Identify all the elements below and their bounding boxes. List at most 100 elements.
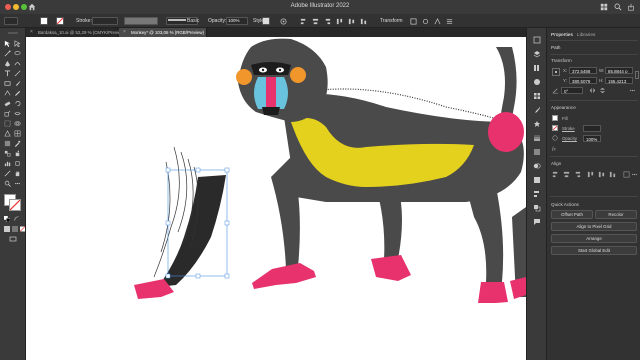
monkey-left-ear[interactable] [236, 69, 252, 85]
color-mode-icon[interactable] [4, 226, 10, 232]
direct-selection-tool-icon[interactable] [14, 40, 21, 47]
offset-path-button[interactable]: Offset Path [551, 210, 593, 219]
monkey-rump[interactable] [488, 112, 524, 152]
align-center-icon[interactable] [312, 18, 319, 25]
pathfinder-panel-icon[interactable] [533, 204, 541, 212]
monkey-illustration[interactable] [26, 37, 526, 360]
bbox-handle-top-right[interactable] [224, 167, 230, 173]
close-tab-icon[interactable]: × [123, 29, 126, 35]
monkey-middle-leg[interactable] [376, 187, 402, 259]
column-graph-tool-icon[interactable] [4, 160, 11, 167]
tab-monkey[interactable]: × Monkey* @ 103,06 % (RGB/Preview) [119, 28, 207, 37]
brushes-panel-icon[interactable] [533, 106, 541, 114]
variable-width-profile[interactable] [124, 17, 158, 25]
align-top-icon[interactable] [336, 18, 343, 25]
artboard[interactable] [26, 37, 526, 360]
eyedropper-tool-icon[interactable] [14, 140, 21, 147]
start-global-edit-button[interactable]: Start Global Edit [551, 246, 637, 255]
stroke-color-swatch[interactable] [9, 199, 21, 211]
monkey-back-foot[interactable] [478, 282, 508, 303]
tab-bardaksa[interactable]: × Bardaksa_10.ai @ 52,29 % (CMYK/Preview… [26, 28, 125, 37]
appearance-panel-icon[interactable] [533, 176, 541, 184]
flip-vertical-icon[interactable] [599, 87, 606, 94]
transparency-panel-icon[interactable] [533, 162, 541, 170]
draw-mode-icon[interactable] [9, 236, 17, 242]
constrain-proportions-icon[interactable] [635, 71, 639, 79]
arrange-button[interactable]: Arrange [551, 234, 637, 243]
eraser-tool-icon[interactable] [4, 100, 11, 107]
align-top-icon[interactable] [587, 171, 594, 178]
opacity-field[interactable]: 100% [226, 17, 248, 25]
hand-tool-icon[interactable] [14, 170, 21, 177]
bbox-handle-bottom[interactable] [195, 273, 201, 279]
bbox-handle-left[interactable] [165, 220, 171, 226]
bbox-handle-bottom-right[interactable] [224, 273, 230, 279]
bbox-handle-top-left[interactable] [165, 167, 171, 173]
width-tool-icon[interactable] [14, 110, 21, 117]
none-mode-icon[interactable] [20, 226, 25, 232]
recolor-artwork-icon[interactable] [280, 18, 287, 25]
opacity-field[interactable]: 100% [583, 135, 601, 142]
fx-icon[interactable]: fx [552, 145, 558, 151]
symbol-sprayer-tool-icon[interactable] [14, 150, 21, 157]
scale-tool-icon[interactable] [4, 110, 11, 117]
align-panel-icon[interactable] [533, 190, 541, 198]
align-middle-icon[interactable] [348, 18, 355, 25]
type-tool-icon[interactable] [4, 70, 11, 77]
close-tab-icon[interactable]: × [30, 29, 33, 35]
canvas-area[interactable] [26, 37, 526, 360]
toolbar-grip[interactable] [8, 32, 18, 34]
align-right-icon[interactable] [574, 171, 581, 178]
curvature-tool-icon[interactable] [14, 60, 21, 67]
more-options-icon[interactable] [631, 171, 638, 178]
h-field[interactable]: 155,4213 [605, 77, 633, 84]
monkey-back-leg[interactable] [466, 187, 504, 282]
bbox-handle-bottom-left[interactable] [165, 273, 171, 279]
libraries-panel-icon[interactable] [533, 64, 541, 72]
fill-swatch[interactable] [552, 115, 558, 121]
align-left-icon[interactable] [300, 18, 307, 25]
comments-panel-icon[interactable] [533, 218, 541, 226]
transform-button[interactable]: Transform [378, 17, 405, 25]
symbols-panel-icon[interactable] [533, 120, 541, 128]
tab-properties[interactable]: Properties [551, 33, 573, 38]
rotate-tool-icon[interactable] [14, 100, 21, 107]
color-panel-icon[interactable] [533, 78, 541, 86]
search-icon[interactable] [614, 3, 622, 11]
shaper-tool-icon[interactable] [4, 90, 11, 97]
shape-builder-tool-icon[interactable] [14, 120, 21, 127]
align-center-icon[interactable] [563, 171, 570, 178]
monkey-front-hand[interactable] [252, 263, 316, 289]
artboard-tool-icon[interactable] [14, 160, 21, 167]
flip-horizontal-icon[interactable] [589, 87, 596, 94]
bbox-handle-right[interactable] [224, 220, 230, 226]
w-field[interactable]: 85,8844 p [605, 67, 633, 74]
more-options-icon[interactable] [629, 87, 636, 94]
x-field[interactable]: 372,5488 [569, 67, 597, 74]
reference-point-icon[interactable] [552, 68, 560, 76]
y-field[interactable]: 380,5079 [569, 77, 597, 84]
perspective-grid-tool-icon[interactable] [4, 130, 11, 137]
stroke-swatch[interactable] [56, 17, 64, 25]
monkey-far-foot[interactable] [510, 277, 526, 299]
default-colors-icon[interactable] [4, 216, 10, 222]
align-right-icon[interactable] [324, 18, 331, 25]
panel-menu-icon[interactable] [446, 18, 453, 25]
properties-panel-icon[interactable] [533, 36, 541, 44]
align-bottom-icon[interactable] [360, 18, 367, 25]
puppet-warp-icon[interactable] [434, 18, 441, 25]
mesh-tool-icon[interactable] [14, 130, 21, 137]
zoom-tool-icon[interactable] [4, 180, 11, 187]
stroke-weight-field[interactable] [92, 17, 118, 25]
angle-field[interactable]: 0° [561, 87, 583, 94]
monkey-right-ear[interactable] [290, 67, 306, 83]
bbox-handle-top[interactable] [195, 167, 201, 173]
opacity-label[interactable]: Opacity [562, 136, 577, 141]
tab-libraries[interactable]: Libraries [577, 33, 595, 38]
pen-tool-icon[interactable] [4, 60, 11, 67]
paintbrush-tool-icon[interactable] [14, 80, 21, 87]
lasso-tool-icon[interactable] [14, 50, 21, 57]
transform-each-icon[interactable] [410, 18, 417, 25]
align-to-icon[interactable] [623, 171, 630, 178]
isolate-icon[interactable] [422, 18, 429, 25]
